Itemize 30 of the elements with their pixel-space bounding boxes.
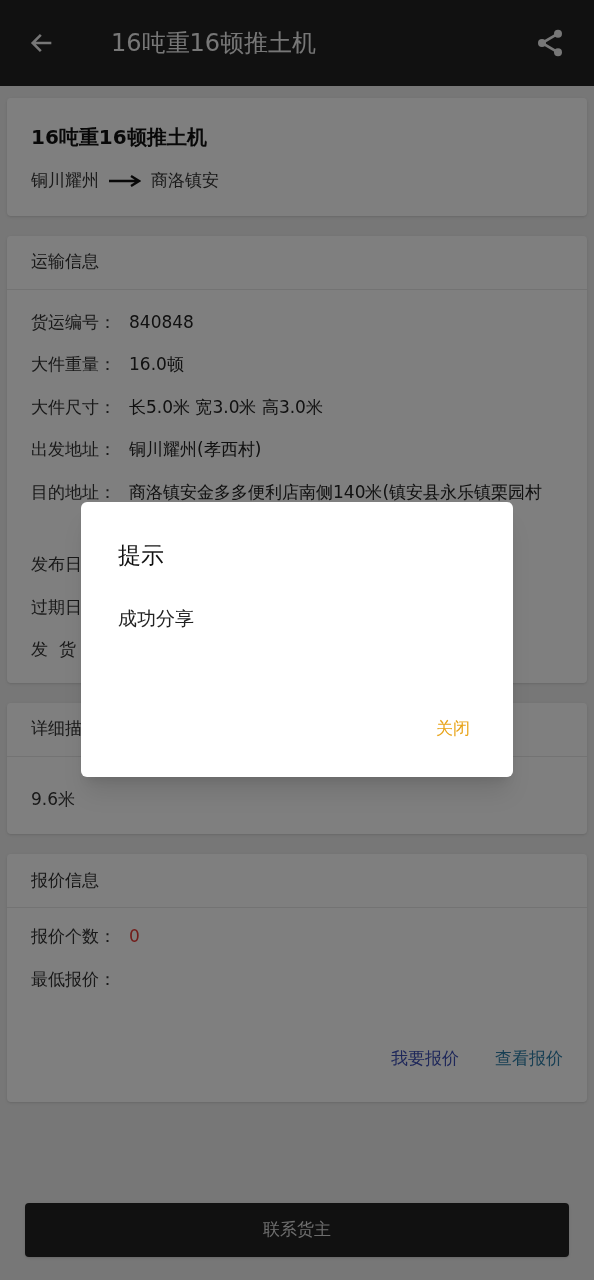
field-label: 出发地址： [31,438,117,461]
field-value: 商洛镇安金多多便利店南侧140米(镇安县永乐镇栗园村 [129,480,543,504]
quote-link[interactable]: 我要报价 [391,1046,459,1072]
field-value: 16.0顿 [129,353,184,376]
field-label: 目的地址： [31,480,117,504]
field-label: 大件重量： [31,353,117,376]
origin-text: 铜川耀州 [31,169,99,192]
arrow-icon [109,174,141,187]
field-value: 铜川耀州(孝西村) [129,438,262,461]
field-label: 过期日 [31,595,83,619]
section-heading: 运输信息 [7,235,587,290]
field-label: 发 货 [31,638,77,661]
field-value: 长5.0米 宽3.0米 高3.0米 [129,395,323,419]
field-label: 货运编号： [31,310,117,334]
field-label: 发布日 [31,553,83,576]
field-value: 840848 [129,310,194,334]
cargo-title: 16吨重16顿推土机 [31,124,208,151]
quote-link[interactable]: 查看报价 [495,1046,563,1072]
field-label: 大件尺寸： [31,395,117,419]
dialog-title: 提示 [118,544,165,567]
close-button[interactable]: 关闭 [430,715,476,741]
field-label: 最低报价： [31,967,117,991]
dialog-message: 成功分享 [118,609,195,628]
contact-button[interactable]: 联系货主 [25,1203,569,1257]
section-heading: 报价信息 [7,854,587,908]
field-value: 0 [129,925,140,948]
destination-text: 商洛镇安 [151,169,219,192]
page-title: 16吨重16顿推土机 [111,28,318,59]
description-text: 9.6米 [30,787,77,811]
field-label: 报价个数： [31,925,117,948]
